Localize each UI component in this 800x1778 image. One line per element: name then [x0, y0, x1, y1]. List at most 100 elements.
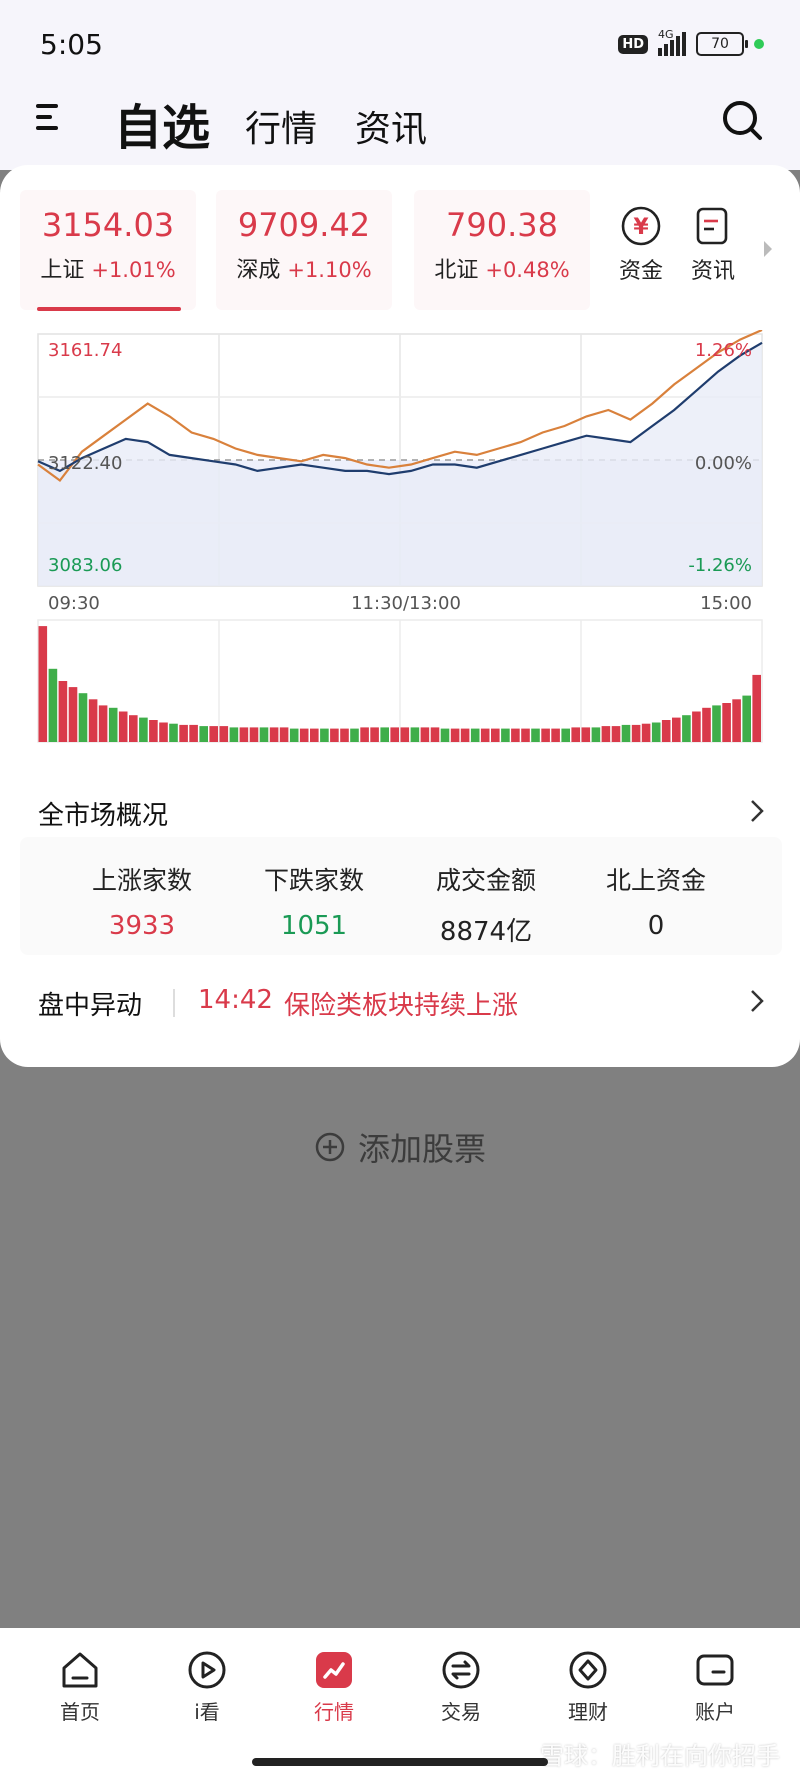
index-change: +1.01%: [91, 258, 176, 282]
index-shanghai[interactable]: 3154.03 上证 +1.01%: [20, 190, 196, 310]
volume-bar: [501, 728, 510, 742]
stat-falling: 下跌家数 1051: [234, 861, 394, 941]
tab-wealth[interactable]: 理财: [538, 1648, 638, 1725]
market-overview-title[interactable]: 全市场概况: [38, 795, 168, 832]
index-name: 北证: [434, 258, 479, 283]
volume-bar: [179, 724, 188, 742]
volume-bar: [672, 717, 681, 742]
quick-link-label: 资讯: [690, 259, 735, 284]
tab-market[interactable]: 行情: [245, 100, 317, 152]
intraday-alert-row[interactable]: 盘中异动 14:42 保险类板块持续上涨: [0, 975, 800, 1035]
stat-value: 3933: [108, 911, 176, 941]
volume-bar: [611, 726, 621, 742]
volume-bar: [440, 728, 450, 742]
tab-market[interactable]: 行情: [284, 1648, 384, 1725]
y-min-label: 3083.06: [48, 555, 122, 576]
index-shenzhen[interactable]: 9709.42 深成 +1.10%: [216, 190, 392, 310]
volume-bar: [108, 707, 118, 742]
index-beijing[interactable]: 790.38 北证 +0.48%: [414, 190, 590, 310]
volume-bar: [682, 715, 691, 742]
tab-iwatch[interactable]: i看: [157, 1648, 257, 1725]
volume-bar: [722, 703, 731, 742]
volume-bar: [661, 720, 671, 742]
volume-bar: [511, 728, 520, 742]
pct-max-label: 1.26%: [695, 340, 752, 361]
plus-circle-icon: [315, 1132, 345, 1162]
index-sub: 上证 +1.01%: [20, 252, 196, 284]
pct-min-label: -1.26%: [688, 555, 752, 576]
tab-label: 行情: [314, 1700, 354, 1724]
volume-bar: [541, 728, 550, 742]
volume-bar: [68, 687, 78, 742]
volume-bar: [732, 699, 741, 742]
volume-bar: [601, 726, 611, 742]
volume-bar: [410, 727, 420, 742]
market-stats: 上涨家数 3933 下跌家数 1051 成交金额 8874亿 北上资金 0: [20, 837, 782, 955]
volume-bar: [340, 728, 349, 742]
volume-bar: [470, 728, 480, 742]
volume-bar: [169, 723, 178, 742]
market-card: 3154.03 上证 +1.01% 9709.42 深成 +1.10% 790.…: [0, 165, 800, 1067]
capital-flow-button[interactable]: ¥ 资金: [606, 205, 676, 285]
volume-bar: [189, 724, 198, 742]
index-change: +1.10%: [287, 258, 372, 282]
volume-bar: [380, 727, 389, 742]
volume-bar: [199, 726, 208, 742]
stat-label: 成交金额: [435, 866, 536, 895]
volume-bar: [561, 728, 570, 742]
yuan-circle-icon: ¥: [621, 206, 661, 246]
index-sub: 北证 +0.48%: [414, 252, 590, 284]
battery-icon: 70: [696, 32, 748, 56]
volume-bar: [139, 717, 148, 742]
alert-time: 14:42: [198, 985, 273, 1015]
index-value: 9709.42: [237, 206, 371, 244]
quick-link-label: 资金: [618, 259, 663, 284]
volume-bar: [209, 726, 218, 742]
volume-bar: [571, 727, 580, 742]
play-icon: [188, 1651, 226, 1689]
volume-bar: [491, 728, 500, 742]
pct-base-label: 0.00%: [695, 453, 752, 474]
home-icon: [62, 1652, 98, 1688]
divider: [173, 989, 175, 1017]
volume-bar: [259, 727, 269, 742]
volume-bar: [310, 728, 319, 742]
alert-label: 盘中异动: [38, 991, 143, 1021]
volume-bar: [320, 728, 329, 742]
add-stock-button[interactable]: 添加股票: [314, 1124, 486, 1170]
header-nav: 自选 行情 资讯: [0, 88, 800, 158]
privacy-dot-icon: [754, 39, 764, 49]
volume-bar: [149, 720, 158, 742]
volume-bar: [390, 727, 399, 742]
news-quick-button[interactable]: 资讯: [678, 205, 748, 285]
volume-bar: [480, 728, 490, 742]
index-name: 深成: [236, 258, 281, 283]
stat-label: 下跌家数: [263, 866, 364, 895]
tab-trade[interactable]: 交易: [411, 1648, 511, 1725]
y-max-label: 3161.74: [48, 340, 122, 361]
volume-bar: [249, 727, 259, 742]
more-arrow-icon[interactable]: [764, 241, 772, 257]
news-doc-icon: [696, 207, 728, 245]
chevron-right-icon[interactable]: [750, 799, 764, 823]
volume-bar: [551, 728, 560, 742]
tab-watchlist[interactable]: 自选: [114, 88, 210, 158]
intraday-chart[interactable]: 3161.74 3122.40 3083.06 1.26% 0.00% -1.2…: [0, 330, 800, 780]
volume-bar: [702, 707, 711, 742]
menu-icon[interactable]: [36, 100, 66, 134]
tab-news[interactable]: 资讯: [355, 100, 427, 152]
index-value: 3154.03: [41, 206, 175, 244]
index-name: 上证: [40, 258, 85, 283]
search-icon[interactable]: [720, 98, 764, 142]
tab-home[interactable]: 首页: [30, 1648, 130, 1725]
volume-bar: [591, 727, 601, 742]
volume-bar: [118, 711, 128, 742]
volume-bar: [531, 728, 540, 742]
network-type: 4G: [658, 28, 674, 41]
stat-northbound: 北上资金 0: [576, 861, 736, 941]
volume-bar: [88, 699, 98, 742]
hd-icon: HD: [618, 34, 648, 54]
signal-icon: 4G: [658, 28, 686, 56]
volume-bar: [712, 705, 721, 742]
tab-account[interactable]: 账户: [665, 1648, 765, 1725]
